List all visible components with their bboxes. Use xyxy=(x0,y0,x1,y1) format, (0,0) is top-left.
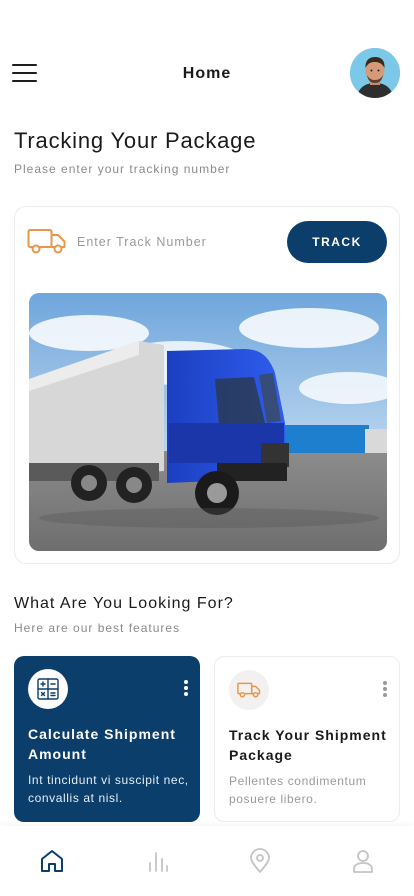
app-header: Home xyxy=(0,44,414,104)
user-avatar[interactable] xyxy=(350,48,400,98)
feature-title: Calculate Shipment Amount xyxy=(28,726,176,762)
section-title: What Are You Looking For? xyxy=(14,595,234,612)
feature-card-calculate[interactable]: Calculate Shipment Amount Int tincidunt … xyxy=(14,656,200,822)
location-pin-icon[interactable] xyxy=(247,848,273,874)
page-title: Tracking Your Package xyxy=(14,128,257,153)
more-options-icon[interactable] xyxy=(381,681,389,701)
feature-title: Track Your Shipment Package xyxy=(229,727,387,763)
tracking-card: TRACK xyxy=(14,206,400,564)
page-subtitle: Please enter your tracking number xyxy=(14,162,231,176)
bar-chart-icon[interactable] xyxy=(145,848,171,874)
feature-card-track[interactable]: Track Your Shipment Package Pellentes co… xyxy=(214,656,400,822)
track-number-input[interactable] xyxy=(77,228,277,256)
bottom-nav xyxy=(0,826,414,896)
truck-icon xyxy=(27,227,67,255)
feature-description: Pellentes condimentum posuere libero. xyxy=(229,774,367,806)
user-icon[interactable] xyxy=(350,848,376,874)
calculator-icon xyxy=(28,669,68,709)
feature-description: Int tincidunt vi suscipit nec, convallis… xyxy=(28,773,189,805)
more-options-icon[interactable] xyxy=(182,680,190,700)
section-subtitle: Here are our best features xyxy=(14,621,181,635)
truck-photo xyxy=(29,293,387,551)
truck-icon xyxy=(229,670,269,710)
track-button[interactable]: TRACK xyxy=(287,221,387,263)
home-icon[interactable] xyxy=(39,848,65,874)
